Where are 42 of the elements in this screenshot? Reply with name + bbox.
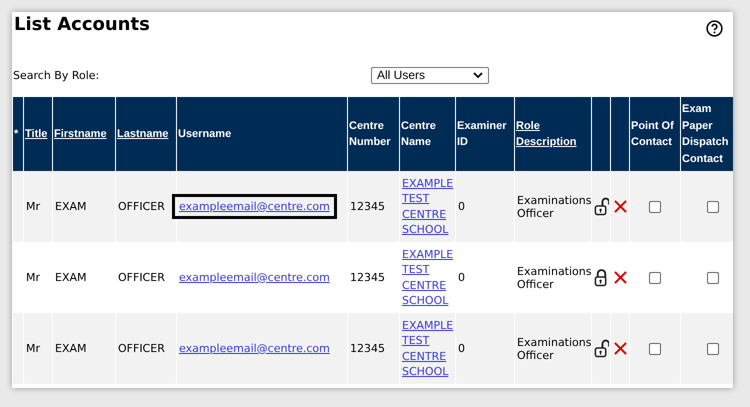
delete-icon[interactable] <box>614 271 626 284</box>
table-cell: OFFICER <box>116 171 176 242</box>
checkbox[interactable] <box>649 200 661 213</box>
page-title: List Accounts <box>14 14 150 35</box>
column-header: Username <box>177 97 347 171</box>
column-header[interactable]: Role Description <box>515 97 591 171</box>
padlock-icon[interactable] <box>594 339 608 358</box>
table-cell: OFFICER <box>116 313 176 384</box>
table-cell: Examinations Officer <box>515 313 591 384</box>
table-cell: EXAM <box>53 171 115 242</box>
column-header: Exam Paper Dispatch Contact <box>681 97 733 171</box>
table-cell: 12345 <box>348 313 399 384</box>
column-header[interactable]: Lastname <box>116 97 176 171</box>
checkbox[interactable] <box>706 272 718 284</box>
delete-icon[interactable] <box>614 200 626 214</box>
padlock-icon[interactable] <box>594 197 608 216</box>
padlock-icon[interactable] <box>594 268 608 287</box>
filter-label: Search By Role: <box>12 68 100 82</box>
checkbox[interactable] <box>706 200 718 213</box>
role-dropdown[interactable]: All Users <box>371 66 489 84</box>
checkbox[interactable] <box>649 272 661 284</box>
table-cell: 0 <box>456 171 514 242</box>
help-icon[interactable] <box>706 20 723 37</box>
column-header[interactable]: Title <box>24 97 52 171</box>
table-cell: 12345 <box>348 171 399 242</box>
delete-icon[interactable] <box>614 342 626 356</box>
centre-name-link[interactable]: EXAMPLE TEST CENTRE SCHOOL <box>402 246 455 308</box>
column-header: Point Of Contact <box>630 97 680 171</box>
table-cell: Mr <box>24 313 52 384</box>
column-header: Centre Name <box>400 97 455 171</box>
column-header[interactable]: Firstname <box>53 97 115 171</box>
column-header: Examiner ID <box>456 97 514 171</box>
table-cell: 0 <box>456 313 514 384</box>
chevron-icon <box>473 72 483 78</box>
checkbox[interactable] <box>706 342 718 355</box>
column-header: * <box>13 97 23 171</box>
table-cell: EXAM <box>53 313 115 384</box>
username-link[interactable]: exampleemail@centre.com <box>179 270 330 286</box>
checkbox[interactable] <box>649 342 661 355</box>
table-cell: Examinations Officer <box>515 171 591 242</box>
column-header: Centre Number <box>348 97 399 171</box>
table-cell: Mr <box>24 171 52 242</box>
